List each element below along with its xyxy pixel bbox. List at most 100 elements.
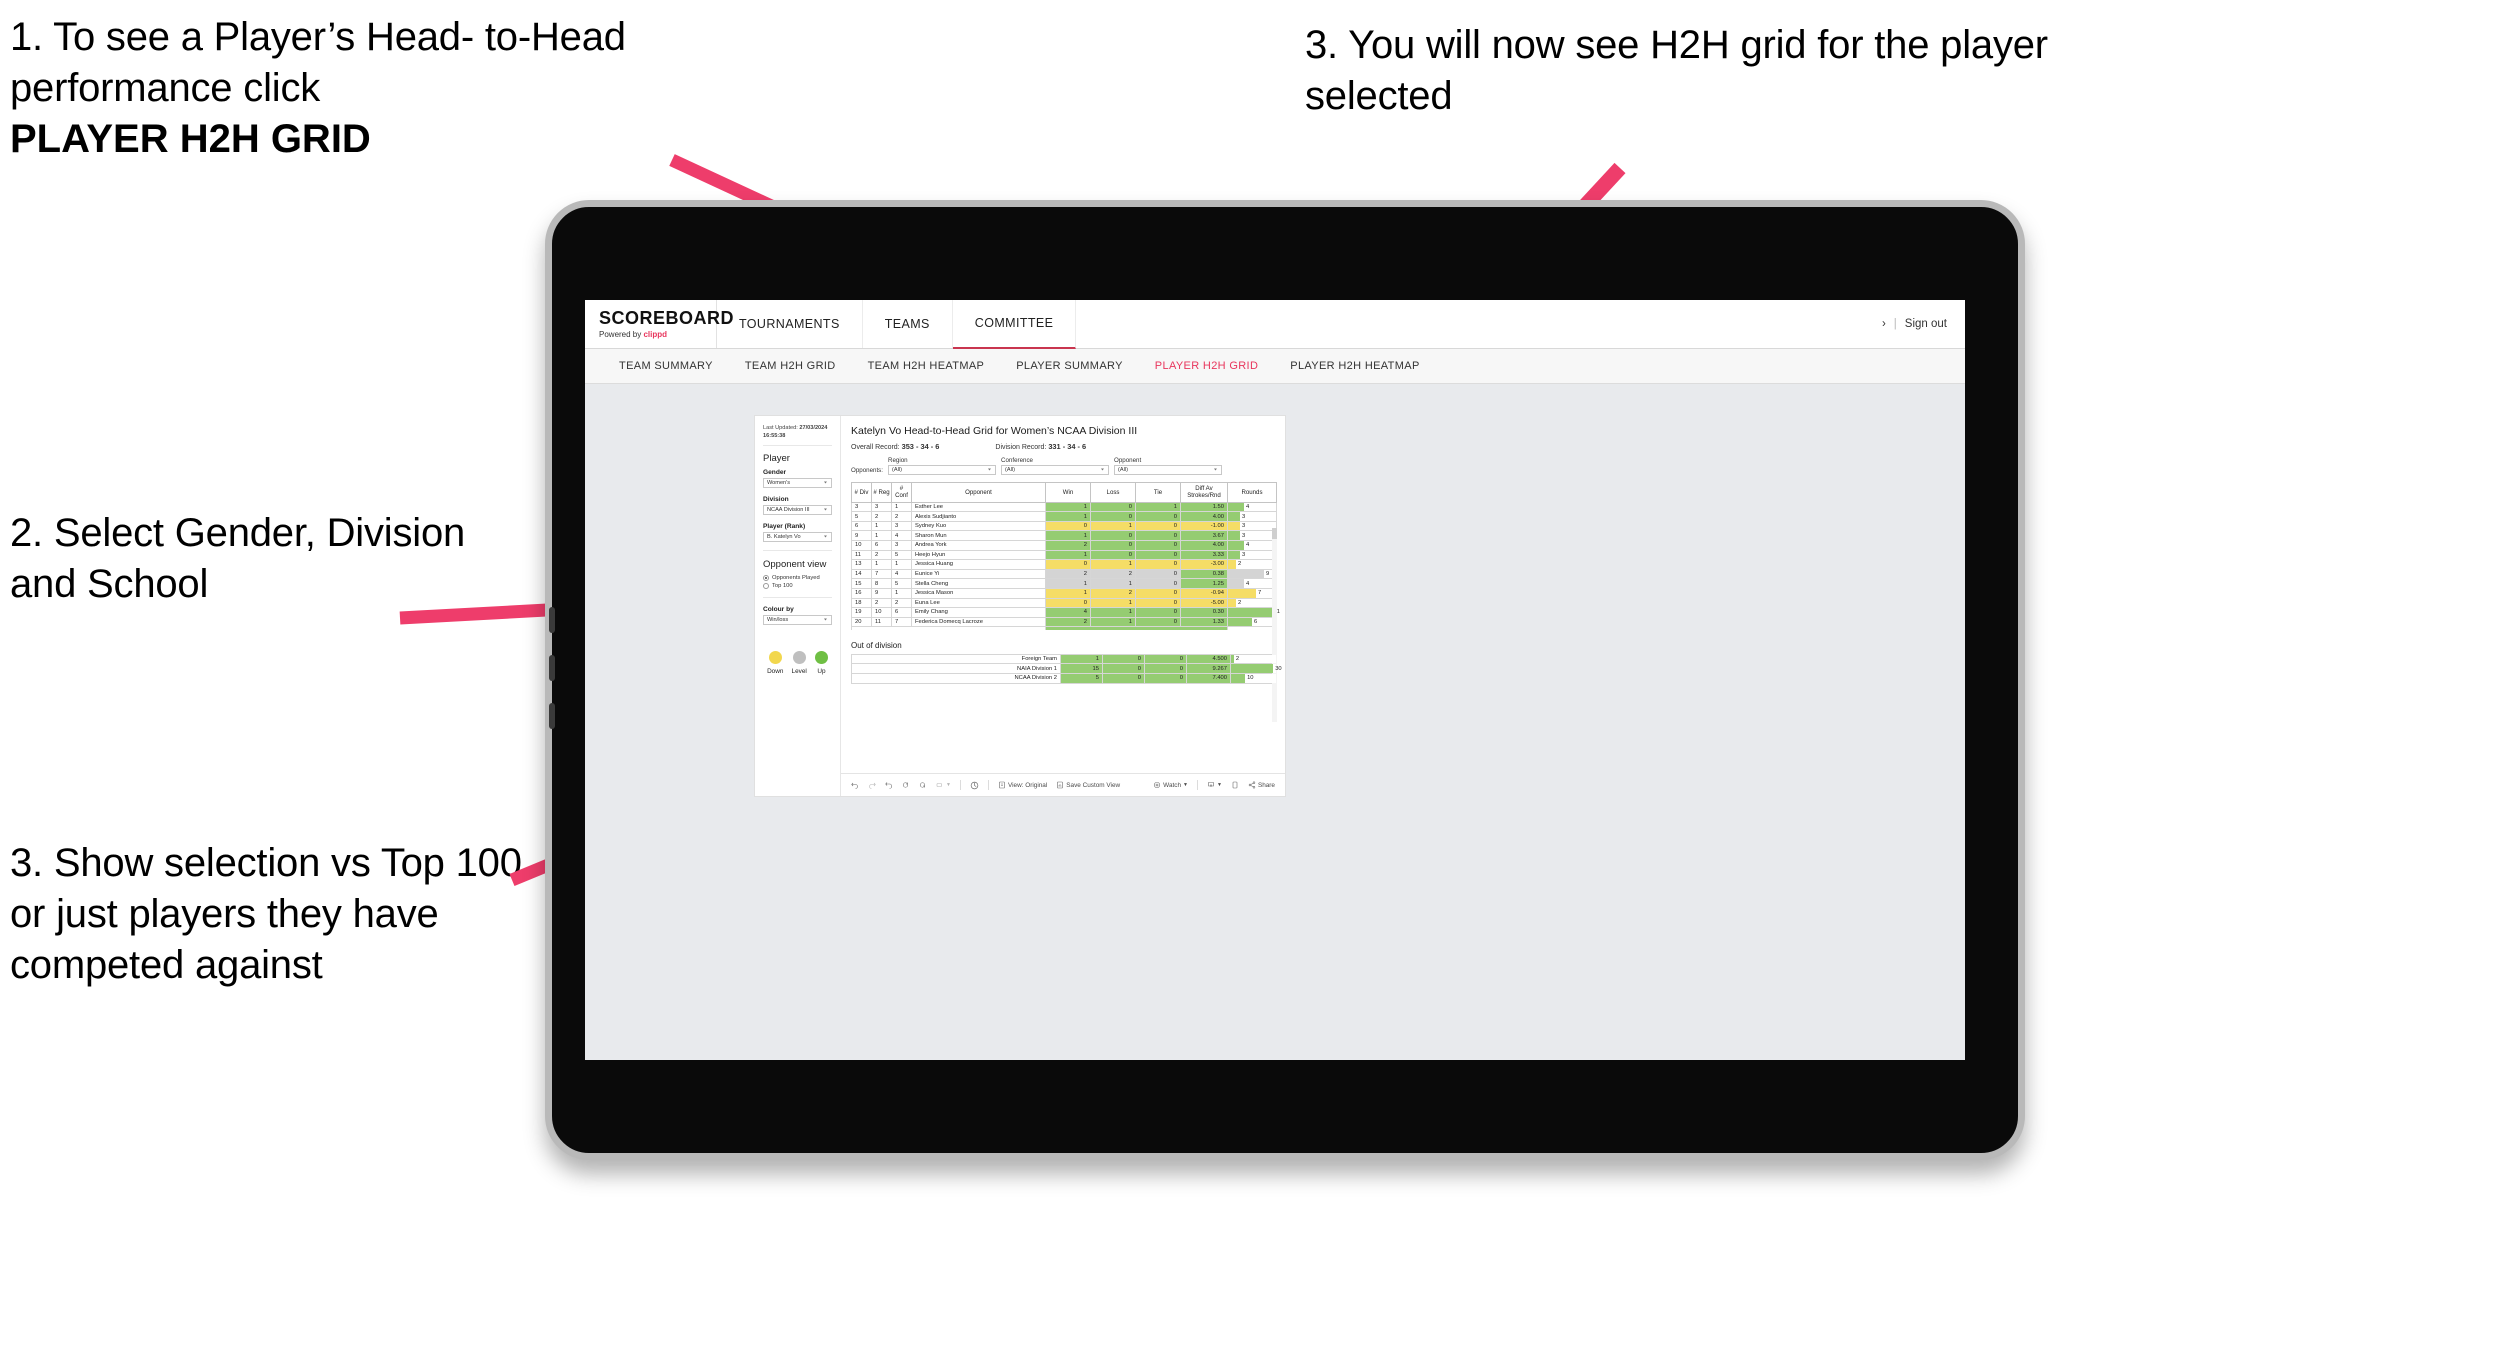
- out-of-division-row[interactable]: Foreign Team 1 0 0 4.500 2: [851, 653, 1277, 665]
- logo-wordmark: SCOREBOARD: [599, 308, 735, 328]
- rounds-bar: [1228, 502, 1244, 512]
- cell-loss: 0: [1090, 549, 1136, 561]
- topnav-tournaments[interactable]: TOURNAMENTS: [717, 300, 863, 348]
- cell-div: 10: [851, 540, 872, 551]
- col-div[interactable]: # Div: [851, 482, 872, 503]
- cell-win: 0: [1045, 559, 1091, 570]
- cell-tie: 0: [1135, 540, 1181, 551]
- table-row[interactable]: 13 1 1 Jessica Huang 0 1 0 -3.00 2: [851, 559, 1277, 570]
- opponent-view-heading: Opponent view: [763, 559, 827, 571]
- brand-bar: SCOREBOARD Powered by clippd TOURNAMENTS…: [585, 300, 1965, 349]
- colour-by-select[interactable]: Win/loss ▼: [763, 615, 832, 626]
- sign-out-link[interactable]: Sign out: [1905, 318, 1947, 330]
- filter-region-select[interactable]: (All) ▼: [888, 465, 996, 475]
- tab-player-h2h-heatmap[interactable]: PLAYER H2H HEATMAP: [1274, 360, 1435, 372]
- cell-opponent: Stella Cheng: [911, 578, 1046, 589]
- redo-icon[interactable]: [868, 781, 876, 789]
- tab-team-h2h-grid[interactable]: TEAM H2H GRID: [729, 360, 852, 372]
- table-row[interactable]: 14 7 4 Eunice Yi 2 2 0 0.38 9: [851, 568, 1277, 580]
- out-of-division-body: Foreign Team 1 0 0 4.500 2 NAIA Division 1 15 0 0…: [851, 653, 1282, 684]
- col-rounds[interactable]: Rounds: [1227, 482, 1277, 503]
- table-row[interactable]: 11 2 5 Heejo Hyun 1 0 0 3.33 3: [851, 549, 1277, 561]
- rounds-bar: [1231, 664, 1274, 674]
- col-div-label: # Div: [854, 488, 869, 496]
- cell-div: 14: [851, 568, 872, 580]
- tab-team-h2h-heatmap[interactable]: TEAM H2H HEATMAP: [852, 360, 1001, 372]
- col-reg[interactable]: # Reg: [871, 482, 892, 503]
- gender-select[interactable]: Women's ▼: [763, 478, 832, 489]
- out-of-division-row[interactable]: NAIA Division 1 15 0 0 9.267 30: [851, 663, 1282, 675]
- table-row[interactable]: 15 8 5 Stella Cheng 1 1 0 1.25 4: [851, 578, 1277, 589]
- table-row[interactable]: 16 9 1 Jessica Mason 1 2 0 -0.94 7: [851, 587, 1277, 599]
- gender-value: Women's: [767, 480, 791, 487]
- col-diff[interactable]: Diff Av Strokes/Rnd: [1180, 482, 1228, 503]
- cell-reg: 2: [871, 511, 892, 522]
- col-conf[interactable]: # Conf: [891, 482, 912, 503]
- save-custom-view-button[interactable]: Save Custom View: [1056, 781, 1120, 789]
- legend-up: Up: [814, 651, 828, 675]
- cell-diff: 3.67: [1180, 530, 1228, 541]
- col-loss[interactable]: Loss: [1090, 482, 1136, 503]
- cell-win: 1: [1045, 511, 1091, 522]
- side-button-1: [549, 607, 555, 633]
- account-chevron-icon[interactable]: ›: [1882, 318, 1886, 330]
- table-row[interactable]: 20 11 7 Federica Domecq Lacroze 2 1 0 1.33 6: [851, 616, 1277, 628]
- pause-refresh-icon[interactable]: [970, 781, 979, 790]
- table-row[interactable]: 6 1 3 Sydney Kuo 0 1 0 -1.00 3: [851, 520, 1277, 532]
- table-scrollbar-thumb[interactable]: [1272, 528, 1277, 539]
- table-scrollbar-track[interactable]: [1272, 528, 1277, 722]
- app-logo[interactable]: SCOREBOARD Powered by clippd: [585, 300, 735, 348]
- cell-opponent: Heejo Hyun: [911, 549, 1046, 561]
- download-button[interactable]: ▼: [1207, 781, 1222, 789]
- table-row[interactable]: 18 2 2 Euna Lee 0 1 0 -5.00 2: [851, 597, 1277, 609]
- view-original-button[interactable]: View: Original: [998, 781, 1047, 789]
- cell-conf: 5: [891, 578, 912, 589]
- cell-ood-win: 5: [1060, 673, 1103, 684]
- chevron-down-icon: ▼: [1183, 782, 1188, 788]
- undo-icon[interactable]: [851, 781, 859, 789]
- filter-conference: Conference (All) ▼: [1001, 457, 1109, 475]
- tab-team-summary[interactable]: TEAM SUMMARY: [603, 360, 729, 372]
- cell-rounds: 7: [1227, 587, 1277, 599]
- rounds-value: 4: [1246, 503, 1250, 510]
- table-row[interactable]: 5 2 2 Alexis Sudjianto 1 0 0 4.00 3: [851, 511, 1277, 522]
- radio-opponents-played[interactable]: Opponents Played: [763, 575, 832, 582]
- table-row[interactable]: 10 6 3 Andrea York 2 0 0 4.00 4: [851, 540, 1277, 551]
- cell-diff: 3.33: [1180, 549, 1228, 561]
- device-preview-button[interactable]: [1231, 781, 1239, 789]
- revert-icon[interactable]: [885, 781, 893, 789]
- tab-player-summary[interactable]: PLAYER SUMMARY: [1000, 360, 1139, 372]
- filter-conference-select[interactable]: (All) ▼: [1001, 465, 1109, 475]
- topnav-committee[interactable]: COMMITTEE: [952, 300, 1077, 349]
- table-row[interactable]: 3 3 1 Esther Lee 1 0 1 1.50 4: [851, 501, 1277, 513]
- table-row[interactable]: 19 10 6 Emily Chang 4 1 0 0.30 11: [851, 607, 1280, 618]
- table-row[interactable]: 9 1 4 Sharon Mun 1 0 0 3.67 3: [851, 530, 1277, 541]
- cell-reg: 1: [871, 520, 892, 532]
- cell-div: 13: [851, 559, 872, 570]
- division-select[interactable]: NCAA Division III ▼: [763, 505, 832, 516]
- cell-loss: 0: [1090, 511, 1136, 522]
- filter-opponent-select[interactable]: (All) ▼: [1114, 465, 1222, 475]
- player-rank-select[interactable]: B. Katelyn Vo ▼: [763, 532, 832, 543]
- view-mode-icon[interactable]: ▼: [936, 781, 951, 789]
- cell-win: 2: [1045, 616, 1091, 628]
- share-button[interactable]: Share: [1248, 781, 1275, 789]
- rounds-value: 6: [1254, 619, 1258, 626]
- pause-icon[interactable]: [919, 781, 927, 789]
- col-opponent[interactable]: Opponent: [911, 482, 1046, 503]
- out-of-division-row[interactable]: NCAA Division 2 5 0 0 7.400 10: [851, 673, 1277, 684]
- col-tie[interactable]: Tie: [1135, 482, 1181, 503]
- col-win[interactable]: Win: [1045, 482, 1091, 503]
- tab-player-h2h-grid[interactable]: PLAYER H2H GRID: [1139, 360, 1274, 372]
- watch-button[interactable]: Watch ▼: [1153, 781, 1188, 789]
- cell-conf: 1: [891, 587, 912, 599]
- table-header-row: # Div # Reg # Conf Opponent Win Loss Tie…: [851, 482, 1277, 503]
- callout-step-3: 3. Show selection vs Top 100 or just pla…: [10, 841, 522, 988]
- topnav-teams[interactable]: TEAMS: [863, 300, 953, 348]
- refresh-icon[interactable]: [902, 781, 910, 789]
- logo-powered-by: Powered by clippd: [599, 330, 716, 339]
- legend-level: Level: [792, 651, 807, 675]
- radio-top-100[interactable]: Top 100: [763, 583, 832, 590]
- cell-loss: 1: [1090, 520, 1136, 532]
- cell-rounds: 3: [1227, 520, 1277, 532]
